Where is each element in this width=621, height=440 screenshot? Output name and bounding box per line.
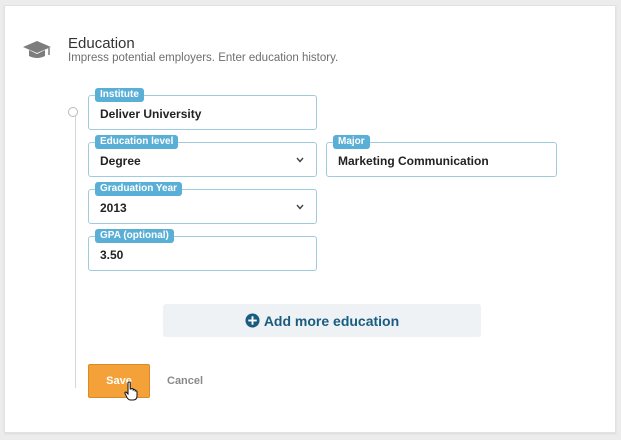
- graduation-cap-icon: [23, 41, 51, 58]
- section-subtitle: Impress potential employers. Enter educa…: [68, 52, 339, 64]
- gpa-value: 3.50: [100, 248, 124, 262]
- timeline-line: [75, 116, 76, 388]
- plus-circle-icon: [245, 313, 260, 328]
- gpa-field[interactable]: GPA (optional) 3.50: [88, 229, 317, 271]
- hand-pointer-icon: [124, 381, 138, 401]
- institute-value: Deliver University: [100, 107, 202, 121]
- save-button[interactable]: Save: [88, 364, 150, 398]
- education-level-select[interactable]: Education level Degree: [88, 135, 317, 177]
- graduation-year-value: 2013: [100, 201, 127, 215]
- major-field[interactable]: Major Marketing Communication: [326, 135, 557, 177]
- cancel-button[interactable]: Cancel: [167, 375, 203, 387]
- chevron-down-icon[interactable]: [296, 157, 304, 163]
- graduation-year-select[interactable]: Graduation Year 2013: [88, 182, 317, 224]
- education-level-label: Education level: [95, 135, 179, 149]
- add-more-education-label: Add more education: [263, 312, 400, 329]
- graduation-year-label: Graduation Year: [95, 182, 183, 196]
- education-level-value: Degree: [100, 154, 141, 168]
- gpa-label: GPA (optional): [95, 229, 174, 243]
- institute-label: Institute: [95, 88, 144, 102]
- major-label: Major: [333, 135, 370, 149]
- major-value: Marketing Communication: [338, 154, 489, 168]
- institute-field[interactable]: Institute Deliver University: [88, 88, 317, 130]
- chevron-down-icon[interactable]: [296, 204, 304, 210]
- section-title: Education: [68, 35, 135, 52]
- add-more-education-button[interactable]: Add more education: [163, 304, 481, 337]
- timeline-dot: [68, 107, 78, 117]
